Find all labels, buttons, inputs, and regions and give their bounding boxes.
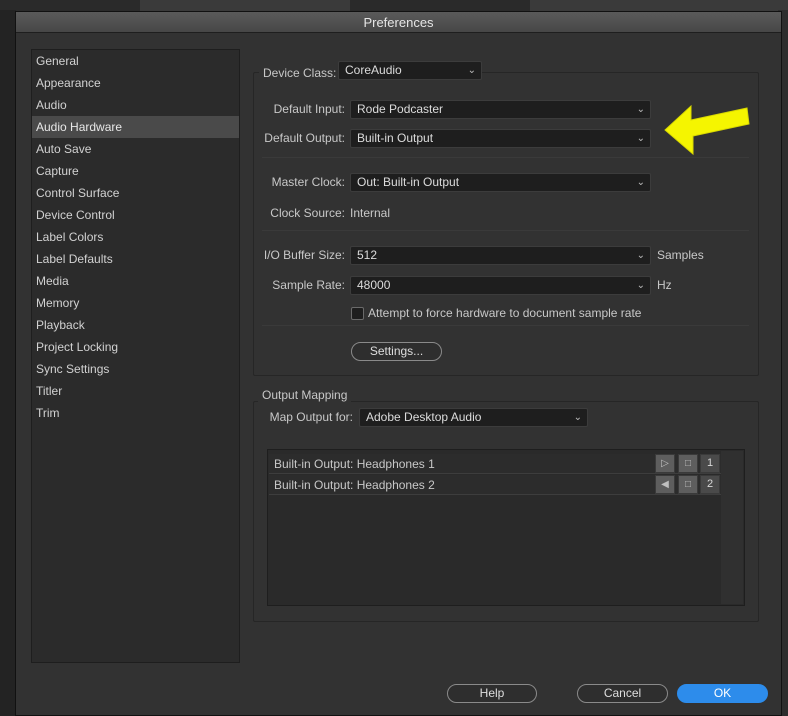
- default-input-value: Rode Podcaster: [357, 102, 444, 116]
- sidebar-item-capture[interactable]: Capture: [32, 160, 239, 182]
- settings-button[interactable]: Settings...: [351, 342, 442, 361]
- output-mapping-icon[interactable]: □: [678, 475, 698, 494]
- sidebar-item-playback[interactable]: Playback: [32, 314, 239, 336]
- sidebar-item-trim[interactable]: Trim: [32, 402, 239, 424]
- force-sample-rate-checkbox[interactable]: [351, 307, 364, 320]
- help-button[interactable]: Help: [447, 684, 537, 703]
- sidebar-item-project-locking[interactable]: Project Locking: [32, 336, 239, 358]
- divider: [262, 157, 749, 158]
- chevron-down-icon: ⌄: [636, 133, 645, 144]
- mapping-row[interactable]: Built-in Output: Headphones 2: [269, 475, 721, 495]
- default-output-value: Built-in Output: [357, 131, 434, 145]
- sidebar-item-auto-save[interactable]: Auto Save: [32, 138, 239, 160]
- output-mapping-list: Built-in Output: Headphones 1 ▷ □ 1 Buil…: [267, 449, 745, 606]
- chevron-down-icon: ⌄: [467, 65, 476, 76]
- sidebar-item-sync-settings[interactable]: Sync Settings: [32, 358, 239, 380]
- sidebar-item-label-colors[interactable]: Label Colors: [32, 226, 239, 248]
- channel-number[interactable]: 2: [700, 475, 720, 494]
- buffer-size-value: 512: [357, 248, 378, 262]
- sidebar-item-label-defaults[interactable]: Label Defaults: [32, 248, 239, 270]
- clock-source-label: Clock Source:: [270, 206, 345, 220]
- chevron-down-icon: ⌄: [636, 177, 645, 188]
- buffer-size-dropdown[interactable]: 512 ⌄: [350, 246, 651, 265]
- default-input-dropdown[interactable]: Rode Podcaster ⌄: [350, 100, 651, 119]
- mapping-row-label: Built-in Output: Headphones 1: [274, 457, 435, 471]
- mapping-row[interactable]: Built-in Output: Headphones 1: [269, 454, 721, 474]
- device-class-header: Device Class:: [259, 64, 341, 82]
- chevron-down-icon: ⌄: [636, 280, 645, 291]
- sidebar-item-audio-hardware[interactable]: Audio Hardware: [32, 116, 239, 138]
- ok-button[interactable]: OK: [677, 684, 768, 703]
- background-app-left: [0, 10, 16, 716]
- cancel-button[interactable]: Cancel: [577, 684, 668, 703]
- force-sample-rate-label: Attempt to force hardware to document sa…: [368, 306, 642, 320]
- sample-rate-unit: Hz: [657, 278, 672, 292]
- map-output-for-dropdown[interactable]: Adobe Desktop Audio ⌄: [359, 408, 588, 427]
- sidebar-item-titler[interactable]: Titler: [32, 380, 239, 402]
- sidebar-item-general[interactable]: General: [32, 50, 239, 72]
- output-mapping-title: Output Mapping: [258, 386, 352, 404]
- divider: [262, 325, 749, 326]
- default-output-dropdown[interactable]: Built-in Output ⌄: [350, 129, 651, 148]
- output-mapping-icon[interactable]: □: [678, 454, 698, 473]
- sample-rate-value: 48000: [357, 278, 391, 292]
- arrow-left-icon: [664, 104, 750, 156]
- channel-number[interactable]: 1: [700, 454, 720, 473]
- sidebar-item-appearance[interactable]: Appearance: [32, 72, 239, 94]
- chevron-down-icon: ⌄: [636, 104, 645, 115]
- chevron-down-icon: ⌄: [636, 250, 645, 261]
- preferences-sidebar: General Appearance Audio Audio Hardware …: [31, 49, 240, 663]
- mapping-scrollbar[interactable]: [721, 451, 743, 604]
- default-input-label: Default Input:: [273, 102, 345, 116]
- clock-source-value: Internal: [350, 206, 391, 220]
- master-clock-value: Out: Built-in Output: [357, 175, 460, 189]
- master-clock-label: Master Clock:: [271, 175, 345, 189]
- sample-rate-dropdown[interactable]: 48000 ⌄: [350, 276, 651, 295]
- speaker-icon[interactable]: ◀: [655, 475, 675, 494]
- sample-rate-label: Sample Rate:: [272, 278, 345, 292]
- sidebar-item-control-surface[interactable]: Control Surface: [32, 182, 239, 204]
- sidebar-item-device-control[interactable]: Device Control: [32, 204, 239, 226]
- sidebar-item-memory[interactable]: Memory: [32, 292, 239, 314]
- divider: [262, 230, 749, 231]
- buffer-size-label: I/O Buffer Size:: [263, 248, 345, 262]
- buffer-size-unit: Samples: [657, 248, 704, 262]
- chevron-down-icon: ⌄: [573, 412, 582, 423]
- dialog-title: Preferences: [16, 12, 781, 33]
- default-output-label: Default Output:: [264, 131, 345, 145]
- map-output-for-label: Map Output for:: [269, 410, 353, 424]
- device-class-label: Device Class:: [263, 66, 337, 80]
- sidebar-item-audio[interactable]: Audio: [32, 94, 239, 116]
- device-class-dropdown[interactable]: CoreAudio ⌄: [338, 61, 482, 80]
- master-clock-dropdown[interactable]: Out: Built-in Output ⌄: [350, 173, 651, 192]
- speaker-icon[interactable]: ▷: [655, 454, 675, 473]
- sidebar-item-media[interactable]: Media: [32, 270, 239, 292]
- map-output-for-value: Adobe Desktop Audio: [366, 410, 482, 424]
- device-class-value: CoreAudio: [345, 63, 402, 77]
- mapping-row-label: Built-in Output: Headphones 2: [274, 478, 435, 492]
